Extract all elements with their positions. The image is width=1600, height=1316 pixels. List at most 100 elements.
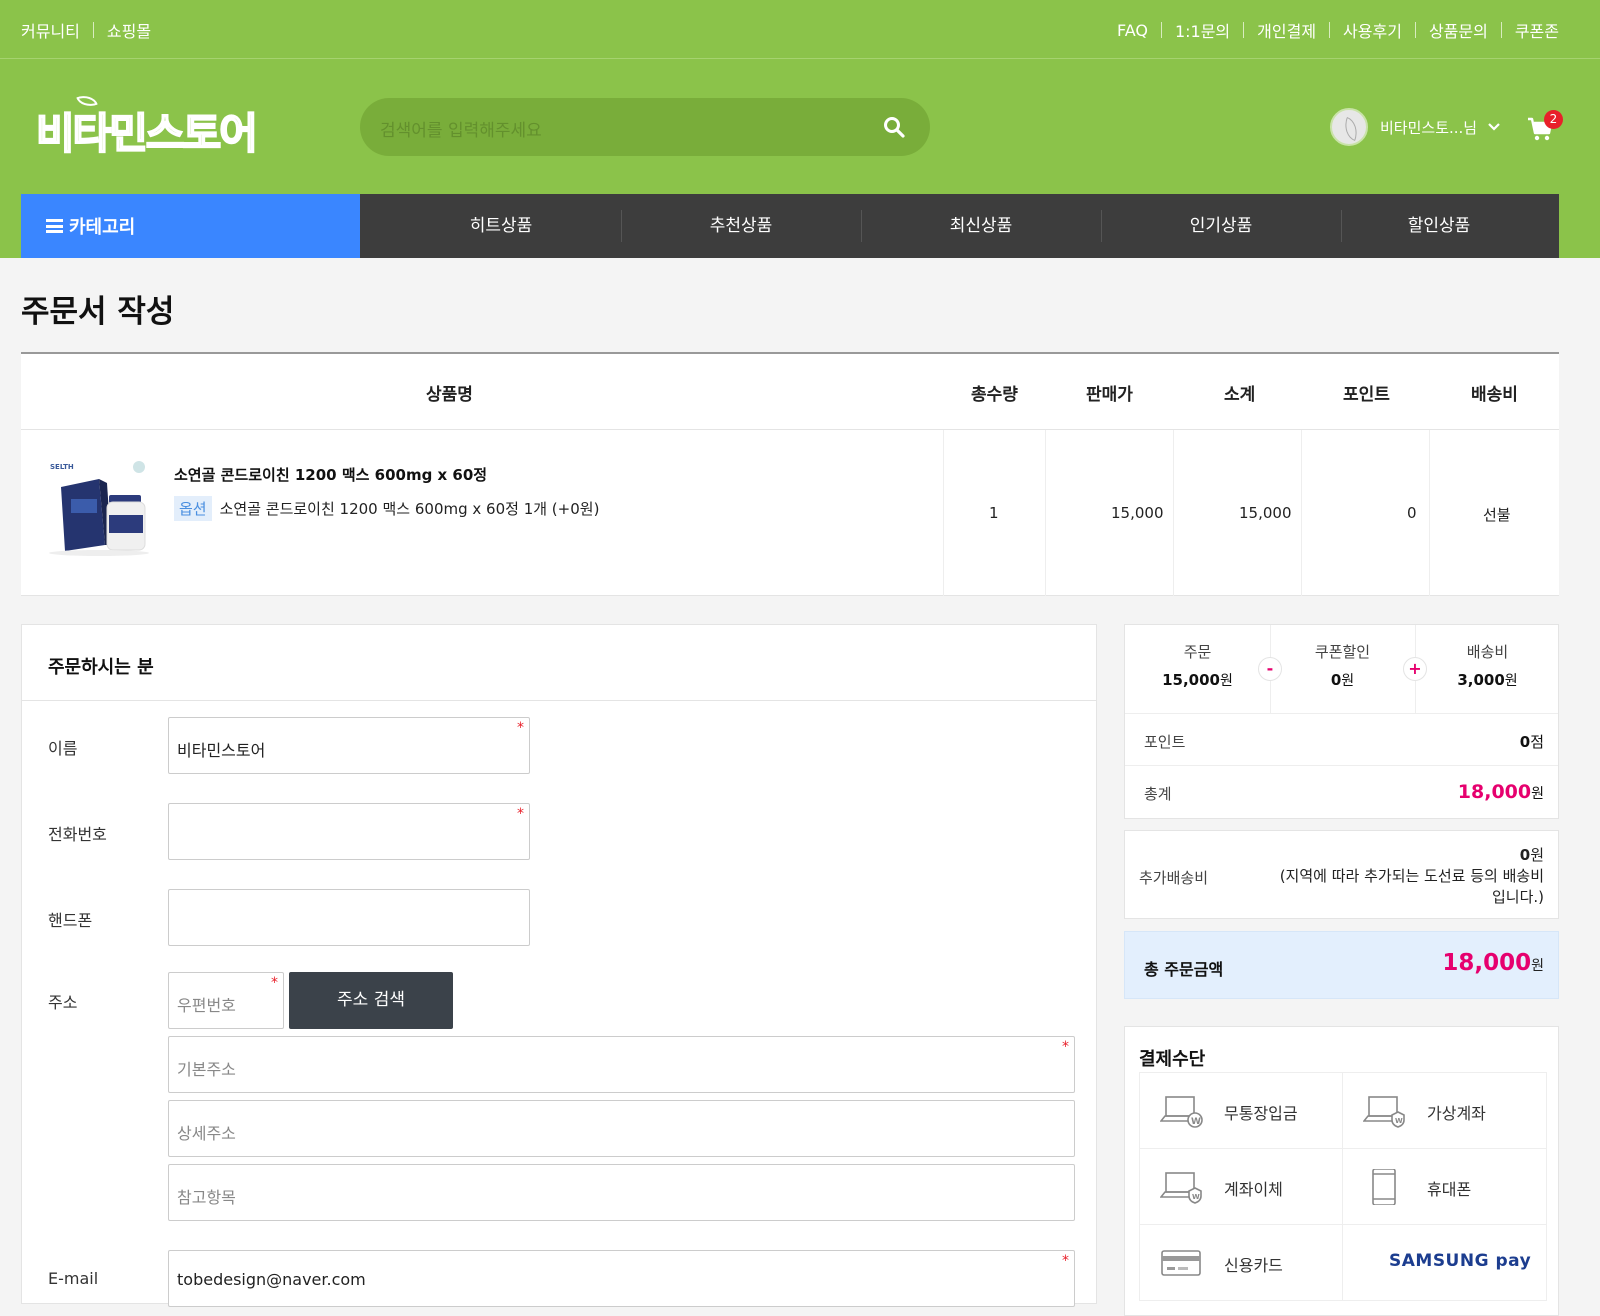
laptop-shield-icon: W [1363,1096,1405,1128]
top-left-links: 커뮤니티 쇼핑몰 [21,18,151,42]
nav-popular[interactable]: 인기상품 [1101,194,1341,258]
detail-address-field[interactable]: 상세주소 [168,1100,1075,1157]
menu-icon [46,219,63,233]
nav-sale[interactable]: 할인상품 [1319,194,1559,258]
price-cell: 15,000 [1111,504,1164,522]
search-input[interactable]: 검색어를 입력해주세요 [380,116,542,141]
total-value: 18,000 [1457,781,1532,803]
name-value: 비타민스토어 [177,741,266,760]
point-unit: 점 [1530,733,1544,751]
site-logo[interactable]: 비타민스토어 [35,100,259,161]
reference-address-field[interactable]: 참고항목 [168,1164,1075,1221]
orderer-section: 주문하시는 분 이름 비타민스토어 * 전화번호 * 핸드폰 주소 우편번호 *… [21,624,1097,1307]
payment-samsung-pay[interactable]: SAMSUNG pay [1343,1225,1547,1301]
name-field[interactable]: 비타민스토어 * [168,717,530,774]
email-field[interactable]: tobedesign@naver.com * [168,1250,1075,1307]
section-divider [22,700,1096,701]
email-label: E-mail [48,1269,99,1288]
won-unit: 원 [1341,673,1355,689]
required-mark: * [1062,1039,1069,1055]
subtotal-cell: 15,000 [1239,504,1292,522]
col-header-point: 포인트 [1343,385,1390,405]
product-thumbnail[interactable]: SELTH [47,457,151,557]
laptop-shield-icon: W [1160,1172,1202,1204]
personal-payment-link[interactable]: 개인결제 [1257,18,1316,42]
base-address-placeholder: 기본주소 [177,1060,236,1079]
avatar [1330,108,1368,146]
nav-recommended[interactable]: 추천상품 [621,194,861,258]
divider [1243,22,1245,38]
payment-virtual-account[interactable]: W 가상계좌 [1343,1073,1547,1149]
payment-credit-card[interactable]: 신용카드 [1139,1225,1343,1301]
phone-label: 전화번호 [48,825,107,844]
column-divider [1301,430,1302,596]
phone-field[interactable]: * [168,803,530,860]
mobile-label: 핸드폰 [48,911,93,930]
payment-label: 무통장입금 [1224,1104,1298,1123]
base-address-field[interactable]: 기본주소 * [168,1036,1075,1093]
col-header-qty: 총수량 [971,385,1018,405]
payment-account-transfer[interactable]: W 계좌이체 [1139,1149,1343,1225]
point-label: 포인트 [1144,733,1186,751]
divider [1500,22,1502,38]
nav-hit-products[interactable]: 히트상품 [381,194,621,258]
laptop-coin-icon: W [1160,1096,1203,1128]
search-bar[interactable]: 검색어를 입력해주세요 [360,98,930,156]
payment-bank-deposit[interactable]: W 무통장입금 [1139,1073,1343,1149]
required-mark: * [517,720,524,736]
product-name[interactable]: 소연골 콘드로이친 1200 맥스 600mg x 60정 [174,464,487,485]
won-unit: 원 [1531,786,1544,802]
payment-title: 결제수단 [1139,1049,1206,1070]
product-qna-link[interactable]: 상품문의 [1429,18,1488,42]
product-option: 옵션 소연골 콘드로이친 1200 맥스 600mg x 60정 1개 (+0원… [174,496,599,521]
shipping-fee-label: 배송비 [1466,643,1509,661]
won-unit: 원 [1531,958,1544,974]
extra-shipping-label: 추가배송비 [1139,869,1209,887]
won-unit: 원 [1530,846,1544,864]
payment-label: 계좌이체 [1224,1180,1283,1199]
point-row: 포인트 0점 [1125,713,1558,765]
address-label: 주소 [48,993,78,1012]
order-amount-value: 15,000 [1162,671,1220,689]
column-divider [1429,430,1430,596]
payment-panel: 결제수단 W 무통장입금 W 가상계좌 W 계좌이체 휴대폰 신용카드 SAMS… [1124,1026,1559,1316]
address-search-button[interactable]: 주소 검색 [289,972,453,1029]
won-unit: 원 [1504,673,1518,689]
divider [1414,22,1416,38]
zipcode-field[interactable]: 우편번호 * [168,972,284,1029]
grand-total-panel: 총 주문금액 18,000원 [1124,931,1559,999]
search-icon[interactable] [882,115,906,139]
won-unit: 원 [1220,673,1233,689]
coupon-discount: 쿠폰할인 0원 [1270,641,1415,690]
shipping-fee-value: 3,000 [1457,671,1505,689]
shop-link[interactable]: 쇼핑몰 [107,18,151,42]
nav-newest[interactable]: 최신상품 [861,194,1101,258]
col-header-shipping: 배송비 [1471,385,1518,405]
community-link[interactable]: 커뮤니티 [21,18,80,42]
reference-address-placeholder: 참고항목 [177,1188,236,1207]
column-divider [1173,430,1174,596]
credit-card-icon [1161,1250,1201,1276]
payment-mobile-phone[interactable]: 휴대폰 [1343,1149,1547,1225]
user-menu[interactable]: 비타민스토...님 [1330,108,1501,146]
category-button[interactable]: 카테고리 [21,194,360,258]
required-mark: * [1062,1253,1069,1269]
user-name: 비타민스토...님 [1380,118,1478,137]
option-tag: 옵션 [174,496,212,521]
svg-text:W: W [1191,1117,1201,1127]
site-header: 커뮤니티 쇼핑몰 FAQ 1:1문의 개인결제 사용후기 상품문의 쿠폰존 비타… [0,0,1600,258]
samsung-pay-logo: SAMSUNG pay [1389,1251,1532,1271]
mobile-field[interactable] [168,889,530,946]
inquiry-link[interactable]: 1:1문의 [1175,18,1230,42]
divider [1160,22,1162,38]
coupon-zone-link[interactable]: 쿠폰존 [1515,18,1559,42]
point-cell: 0 [1407,504,1417,522]
reviews-link[interactable]: 사용후기 [1343,18,1402,42]
svg-text:W: W [1395,1117,1403,1125]
faq-link[interactable]: FAQ [1117,21,1148,40]
cart-count-badge: 2 [1544,110,1563,129]
coupon-discount-value: 0 [1330,671,1342,689]
svg-text:SELTH: SELTH [50,463,74,471]
extra-shipping-panel: 추가배송비 0원 (지역에 따라 추가되는 도선료 등의 배송비 입니다.) [1124,830,1559,919]
order-amount-label: 주문 [1183,643,1212,661]
